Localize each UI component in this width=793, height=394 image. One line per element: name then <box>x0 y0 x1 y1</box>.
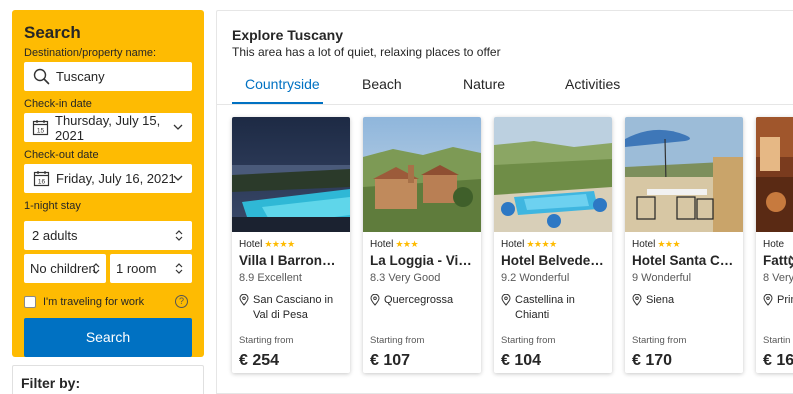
property-image <box>232 117 350 232</box>
star-rating-icon: ★★★★ <box>526 239 557 249</box>
property-image <box>625 117 743 232</box>
children-value: No children <box>30 261 96 276</box>
starting-from-label: Starting from <box>501 335 556 346</box>
hotel-type: Hote <box>763 239 785 250</box>
rooms-select[interactable]: 1 room <box>110 254 192 283</box>
search-title: Search <box>24 23 81 42</box>
property-image <box>494 117 612 232</box>
destination-input[interactable]: Tuscany <box>24 62 192 91</box>
property-card[interactable]: Hotel★★★★ Hotel Belvedere ... 9.2 Wonder… <box>494 117 612 373</box>
location-pin-icon <box>370 294 380 306</box>
tab-beach[interactable]: Beach <box>362 76 402 105</box>
active-tab-indicator <box>232 102 323 104</box>
search-icon <box>32 68 50 86</box>
price: € 104 <box>501 352 542 369</box>
star-rating-icon: ★★★★ <box>264 239 295 249</box>
work-travel-label[interactable]: I'm traveling for work <box>43 296 144 308</box>
location: Prin <box>763 293 793 323</box>
review-score: 9.2 Wonderful <box>501 272 570 284</box>
search-panel: Search Destination/property name: Tuscan… <box>12 10 204 357</box>
checkin-day: 15 <box>37 128 45 135</box>
location-pin-icon <box>763 294 773 306</box>
checkout-day: 16 <box>37 179 45 186</box>
calendar-icon: 15 <box>32 119 49 137</box>
adults-select[interactable]: 2 adults <box>24 221 192 250</box>
price: € 16 <box>763 352 793 369</box>
destination-label: Destination/property name: <box>24 47 157 59</box>
tab-countryside[interactable]: Countryside <box>245 76 320 105</box>
review-score: 8.3 Very Good <box>370 272 441 284</box>
explore-title: Explore Tuscany <box>232 27 344 43</box>
property-image <box>363 117 481 232</box>
up-down-arrows-icon <box>174 229 184 242</box>
starting-from-label: Startin <box>763 335 791 346</box>
stay-length: 1-night stay <box>24 200 81 212</box>
chevron-right-icon[interactable] <box>788 254 793 270</box>
price: € 170 <box>632 352 673 369</box>
explore-tabs: Countryside Beach Nature Activities <box>217 71 793 105</box>
price: € 107 <box>370 352 411 369</box>
work-travel-row: I'm traveling for work ? <box>24 295 192 309</box>
chevron-down-icon <box>172 172 184 184</box>
search-button[interactable]: Search <box>24 318 192 357</box>
hotel-type: Hotel ★★★★ <box>501 239 557 250</box>
children-rooms-row: No children 1 room <box>24 254 192 283</box>
rooms-value: 1 room <box>116 261 157 276</box>
starting-from-label: Starting from <box>370 335 425 346</box>
destination-value: Tuscany <box>56 69 105 84</box>
hotel-name[interactable]: Hotel Belvedere ... <box>501 251 605 271</box>
location-pin-icon <box>632 294 642 306</box>
property-card[interactable]: Hotel★★★ La Loggia - Villa ... 8.3 Very … <box>363 117 481 373</box>
star-rating-icon: ★★★ <box>657 239 681 249</box>
location-pin-icon <box>501 294 511 306</box>
filter-box: Filter by: <box>12 365 204 394</box>
checkout-field[interactable]: 16 Friday, July 16, 2021 <box>24 164 192 193</box>
adults-value: 2 adults <box>32 228 78 243</box>
starting-from-label: Starting from <box>632 335 687 346</box>
chevron-down-icon <box>172 121 184 133</box>
tab-nature[interactable]: Nature <box>463 76 505 105</box>
checkout-value: Friday, July 16, 2021 <box>56 171 176 186</box>
hotel-name[interactable]: La Loggia - Villa ... <box>370 251 474 271</box>
review-score: 8 Very <box>763 272 793 284</box>
location: Quercegrossa <box>370 293 474 323</box>
help-icon[interactable]: ? <box>175 295 188 308</box>
star-rating-icon: ★★★ <box>395 239 419 249</box>
hotel-type: Hotel ★★★★ <box>239 239 295 250</box>
location: Siena <box>632 293 736 323</box>
checkin-field[interactable]: 15 Thursday, July 15, 2021 <box>24 112 192 143</box>
review-score: 8.9 Excellent <box>239 272 302 284</box>
location-pin-icon <box>239 294 249 306</box>
explore-subtitle: This area has a lot of quiet, relaxing p… <box>232 45 501 59</box>
hotel-type: Hotel ★★★ <box>370 239 419 250</box>
property-carousel: Hotel★★★★ Villa I Barronci R... 8.9 Exce… <box>232 117 793 387</box>
property-card[interactable]: Hotel★★★★ Villa I Barronci R... 8.9 Exce… <box>232 117 350 373</box>
calendar-icon: 16 <box>32 170 50 188</box>
review-score: 9 Wonderful <box>632 272 692 284</box>
work-travel-checkbox[interactable] <box>24 296 36 308</box>
checkin-value: Thursday, July 15, 2021 <box>55 112 161 143</box>
up-down-arrows-icon <box>174 262 184 275</box>
starting-from-label: Starting from <box>239 335 294 346</box>
tab-activities[interactable]: Activities <box>565 76 620 105</box>
hotel-name[interactable]: Hotel Santa Cat... <box>632 251 736 271</box>
price: € 254 <box>239 352 280 369</box>
location: Castellina in Chianti <box>501 293 605 323</box>
children-select[interactable]: No children <box>24 254 106 283</box>
checkout-label: Check-out date <box>24 149 99 161</box>
location: San Casciano in Val di Pesa <box>239 293 343 323</box>
hotel-type: Hotel ★★★ <box>632 239 681 250</box>
explore-section: Explore Tuscany This area has a lot of q… <box>216 10 793 394</box>
property-image <box>756 117 793 232</box>
property-card[interactable]: Hotel ★★★ Hotel Santa Cat... 9 Wonderful … <box>625 117 743 373</box>
checkin-label: Check-in date <box>24 98 92 110</box>
hotel-name[interactable]: Villa I Barronci R... <box>239 251 343 271</box>
property-card[interactable]: Hote Fattu 8 Very Prin Startin € 16 <box>756 117 793 373</box>
filter-title: Filter by: <box>21 375 81 391</box>
up-down-arrows-icon <box>91 262 101 275</box>
